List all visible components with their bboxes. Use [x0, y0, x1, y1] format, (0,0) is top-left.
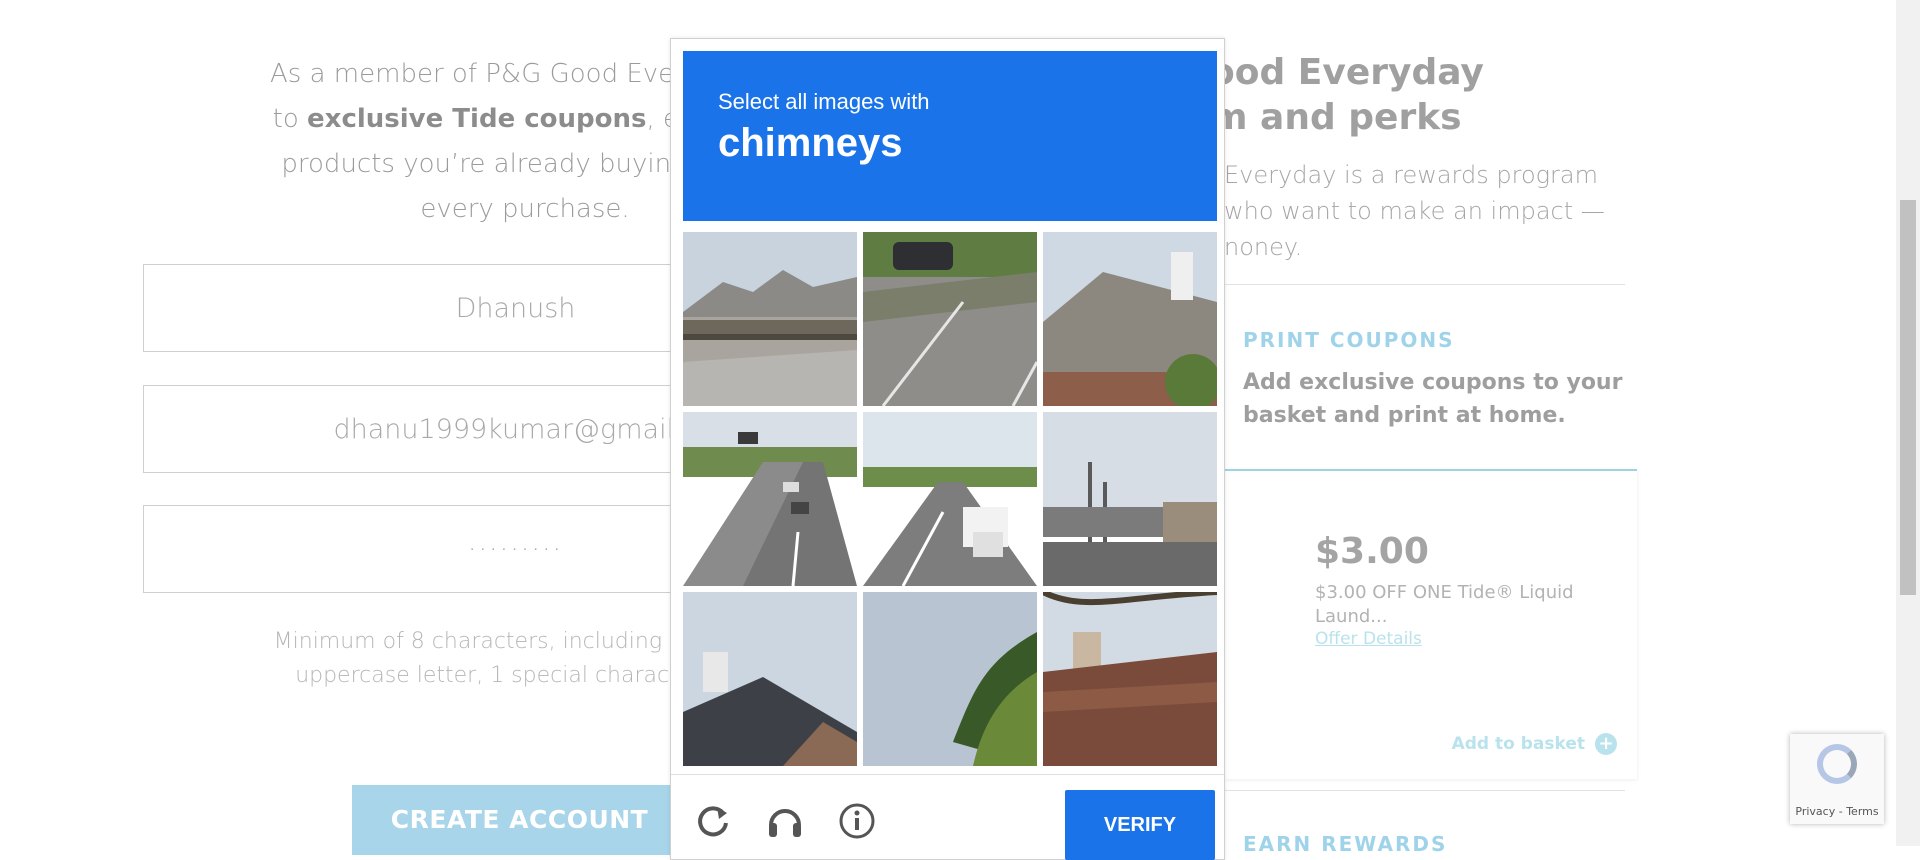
scrollbar-thumb[interactable] — [1900, 200, 1916, 595]
create-account-button[interactable]: CREATE ACCOUNT — [352, 785, 687, 855]
captcha-tile[interactable] — [1043, 592, 1217, 766]
captcha-tile[interactable] — [863, 592, 1037, 766]
coupon-card: $3.00 $3.00 OFF ONE Tide® Liquid Laund..… — [1225, 469, 1637, 779]
print-coupons-heading: PRINT COUPONS — [1243, 328, 1455, 352]
scrollbar[interactable] — [1896, 0, 1920, 846]
info-icon[interactable] — [837, 801, 877, 841]
divider — [1225, 284, 1625, 285]
captcha-tile[interactable] — [1043, 232, 1217, 406]
recaptcha-icon — [1817, 744, 1857, 784]
reload-icon[interactable] — [693, 801, 733, 841]
verify-button[interactable]: VERIFY — [1065, 790, 1215, 860]
captcha-footer-divider — [671, 774, 1224, 775]
offer-details-link[interactable]: Offer Details — [1315, 629, 1422, 649]
captcha-tile[interactable] — [683, 412, 857, 586]
audio-icon[interactable] — [765, 801, 805, 841]
plus-icon: + — [1595, 733, 1617, 755]
earn-rewards-heading: EARN REWARDS — [1243, 832, 1448, 856]
recaptcha-badge[interactable]: Privacy - Terms — [1790, 734, 1884, 824]
add-to-basket-button[interactable]: Add to basket + — [1452, 733, 1617, 755]
captcha-tile[interactable] — [683, 592, 857, 766]
captcha-header: Select all images with chimneys — [683, 51, 1217, 221]
right-description: Everyday is a rewards program who want t… — [1224, 161, 1605, 261]
coupon-price: $3.00 — [1315, 531, 1429, 572]
coupon-description: $3.00 OFF ONE Tide® Liquid Laund... — [1315, 582, 1574, 627]
recaptcha-links[interactable]: Privacy - Terms — [1795, 805, 1878, 818]
captcha-tile[interactable] — [683, 232, 857, 406]
right-title: ood Everyday m and perks — [1210, 52, 1484, 138]
add-to-basket-label: Add to basket — [1451, 734, 1585, 754]
captcha-tile[interactable] — [1043, 412, 1217, 586]
captcha-tile[interactable] — [863, 412, 1037, 586]
captcha-challenge: Select all images with chimneys VERIFY — [670, 38, 1225, 860]
divider — [1225, 790, 1625, 791]
captcha-tile[interactable] — [863, 232, 1037, 406]
captcha-target: chimneys — [718, 121, 903, 165]
captcha-instruction: Select all images with — [718, 89, 930, 114]
print-coupons-description: Add exclusive coupons to your basket and… — [1243, 370, 1623, 428]
